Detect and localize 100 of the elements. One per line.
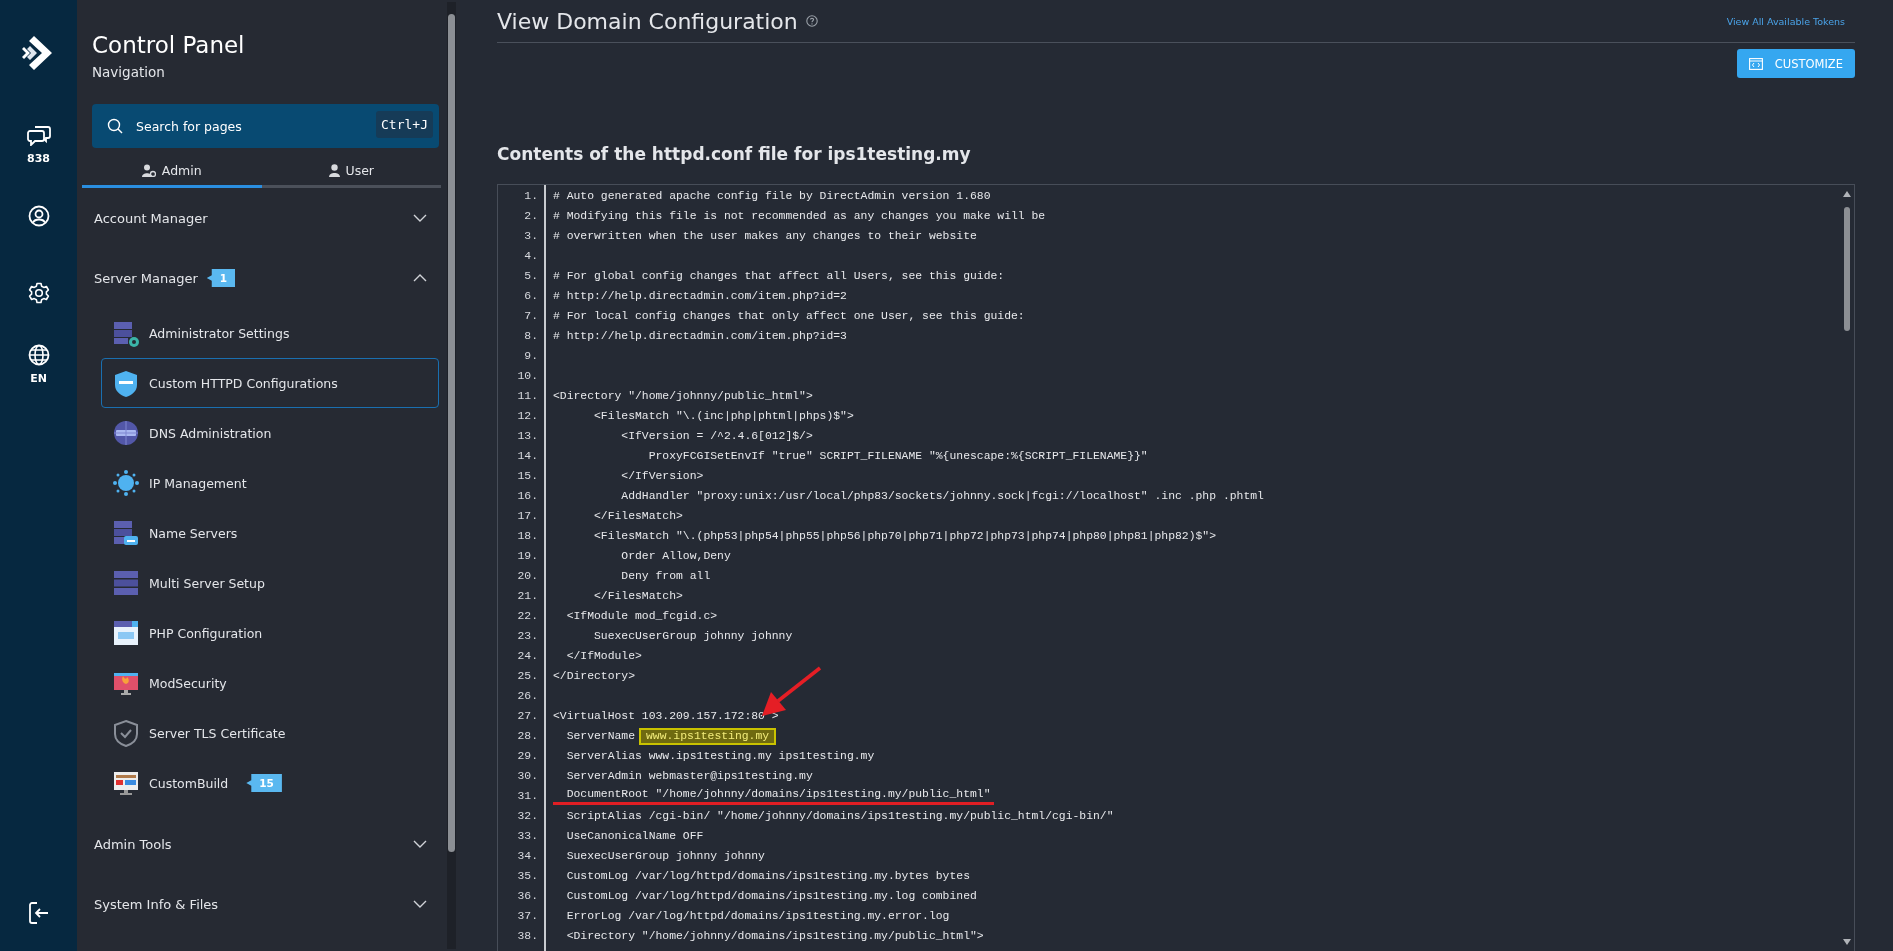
code-line: </IfVersion> bbox=[620, 469, 704, 484]
menu-item[interactable]: DNS Administration bbox=[101, 408, 439, 458]
line-number: 6. bbox=[523, 289, 539, 304]
line-number: 5. bbox=[523, 269, 539, 284]
section-heading: Contents of the httpd.conf file for ips1testing.my bbox=[497, 144, 972, 164]
menu-item[interactable]: Name Servers bbox=[101, 508, 439, 558]
code-line: Order Allow,Deny bbox=[620, 549, 731, 564]
code-icon bbox=[1748, 57, 1763, 70]
chevron-icon bbox=[413, 214, 427, 222]
section-header[interactable]: System Info & Files bbox=[92, 874, 439, 934]
line-number: 7. bbox=[523, 309, 539, 324]
line-number: 23. bbox=[516, 629, 539, 644]
menu-item[interactable]: PHP Configuration bbox=[101, 608, 439, 658]
line-number: 14. bbox=[516, 449, 539, 464]
menu-item-icon bbox=[112, 469, 140, 497]
code-line: # For global config changes that affect all Users, see this guide: bbox=[553, 269, 1005, 284]
code-line: ErrorLog /var/log/httpd/domains/ips1testing.my.error.log bbox=[565, 909, 950, 924]
logout-icon[interactable] bbox=[27, 901, 50, 925]
line-number: 36. bbox=[516, 889, 539, 904]
menu-item[interactable]: ModSecurity bbox=[101, 658, 439, 708]
line-number: 17. bbox=[516, 509, 539, 524]
line-number: 20. bbox=[516, 569, 539, 584]
code-line: # For local config changes that only affect one User, see this guide: bbox=[553, 309, 1025, 324]
sidebar-title: Control Panel bbox=[92, 32, 246, 58]
code-line: UseCanonicalName OFF bbox=[565, 829, 704, 844]
code-line: # Auto generated apache config file by DirectAdmin version 1.680 bbox=[553, 189, 991, 204]
line-number: 32. bbox=[516, 809, 539, 824]
line-number: 9. bbox=[523, 349, 539, 364]
line-number: 24. bbox=[516, 649, 539, 664]
line-number: 19. bbox=[516, 549, 539, 564]
caret-down-icon[interactable] bbox=[1843, 939, 1851, 945]
tab[interactable]: Admin bbox=[82, 156, 262, 188]
tab[interactable]: User bbox=[261, 156, 441, 188]
code-line: # overwritten when the user makes any changes to their website bbox=[553, 229, 977, 244]
menu-item[interactable]: IP Management bbox=[101, 458, 439, 508]
menu-item-icon bbox=[112, 369, 140, 397]
menu-item[interactable]: Server TLS Certificate bbox=[101, 708, 439, 758]
code-line: AddHandler "proxy:unix:/usr/local/php83/sockets/johnny.sock|fcgi://localhost" .inc .php .phtml bbox=[620, 489, 1264, 504]
code-line: <FilesMatch "\.(inc|php|phtml|phps)$"> bbox=[593, 409, 854, 424]
line-number: 13. bbox=[516, 429, 539, 444]
menu-item[interactable]: Multi Server Setup bbox=[101, 558, 439, 608]
line-number: 35. bbox=[516, 869, 539, 884]
help-icon[interactable] bbox=[805, 15, 818, 27]
menu-item[interactable]: Custom HTTPD Configurations bbox=[101, 358, 439, 408]
count-badge: 1 bbox=[206, 269, 236, 287]
chevron-icon bbox=[413, 840, 427, 848]
chat-icon bbox=[26, 124, 51, 146]
line-number: 10. bbox=[516, 369, 539, 384]
line-number: 29. bbox=[516, 749, 539, 764]
scrollbar[interactable] bbox=[447, 2, 456, 949]
code-line: CustomLog /var/log/httpd/domains/ips1testing.my.log combined bbox=[565, 889, 977, 904]
code-line: </Directory> bbox=[553, 669, 636, 684]
code-line: # Modifying this file is not recommended as any changes you make will be bbox=[553, 209, 1046, 224]
language-button[interactable]: EN bbox=[27, 344, 50, 385]
menu-item-icon bbox=[112, 519, 140, 547]
line-number: 15. bbox=[516, 469, 539, 484]
code-line: ProxyFCGISetEnvIf "true" SCRIPT_FILENAME "%{unescape:%{SCRIPT_FILENAME}}" bbox=[647, 449, 1148, 464]
sidebar-subtitle: Navigation bbox=[92, 64, 166, 80]
section-header[interactable]: Admin Tools bbox=[92, 814, 439, 874]
code-line: </FilesMatch> bbox=[593, 509, 683, 524]
line-number: 11. bbox=[516, 389, 539, 404]
messages-button[interactable]: 838 bbox=[26, 124, 51, 165]
line-number: 22. bbox=[516, 609, 539, 624]
line-number: 2. bbox=[523, 209, 539, 224]
code-line: SuexecUserGroup johnny johnny bbox=[593, 629, 793, 644]
page-title: View Domain Configuration bbox=[497, 8, 798, 34]
code-line: DocumentRoot "/home/johnny/domains/ips1testing.my/public_html" bbox=[553, 787, 995, 805]
line-number: 27. bbox=[516, 709, 539, 724]
line-number: 37. bbox=[516, 909, 539, 924]
code-line: </IfModule> bbox=[565, 649, 642, 664]
line-number: 33. bbox=[516, 829, 539, 844]
section-header[interactable]: Server Manager 1 bbox=[92, 248, 439, 308]
menu-item-icon bbox=[112, 719, 140, 747]
code-line: <Directory "/home/johnny/domains/ips1testing.my/public_html"> bbox=[565, 929, 984, 944]
user-icon[interactable] bbox=[27, 205, 50, 227]
menu-item-icon bbox=[112, 569, 140, 597]
code-line: <FilesMatch "\.(php53|php54|php55|php56|php70|php71|php72|php73|php74|php80|php81|php82)$"> bbox=[593, 529, 1217, 544]
line-number: 21. bbox=[516, 589, 539, 604]
line-number: 34. bbox=[516, 849, 539, 864]
menu-item-icon bbox=[112, 769, 140, 797]
menu-item-icon bbox=[112, 619, 140, 647]
code-line: ServerName bbox=[565, 729, 636, 744]
menu-item-icon bbox=[112, 319, 140, 347]
line-number: 4. bbox=[523, 249, 539, 264]
menu-item[interactable]: Administrator Settings bbox=[101, 308, 439, 358]
caret-up-icon[interactable] bbox=[1843, 191, 1851, 197]
code-line: # http://help.directadmin.com/item.php?id=2 bbox=[553, 289, 847, 304]
tokens-link[interactable]: View All Available Tokens bbox=[1726, 15, 1845, 27]
line-number: 30. bbox=[516, 769, 539, 784]
section-header[interactable]: Account Manager bbox=[92, 188, 439, 248]
line-number: 28. bbox=[516, 729, 539, 744]
code-line: <IfModule mod_fcgid.c> bbox=[565, 609, 718, 624]
chevron-icon bbox=[413, 900, 427, 908]
code-line: ServerAlias www.ips1testing.my ips1testing.my bbox=[565, 749, 875, 764]
settings-icon[interactable] bbox=[27, 282, 50, 304]
menu-item[interactable]: CustomBuild 15 bbox=[101, 758, 439, 808]
line-number: 8. bbox=[523, 329, 539, 344]
code-line: </FilesMatch> bbox=[593, 589, 683, 604]
line-number: 16. bbox=[516, 489, 539, 504]
code-line: <IfVersion = /^2.4.6[012]$/> bbox=[620, 429, 813, 444]
